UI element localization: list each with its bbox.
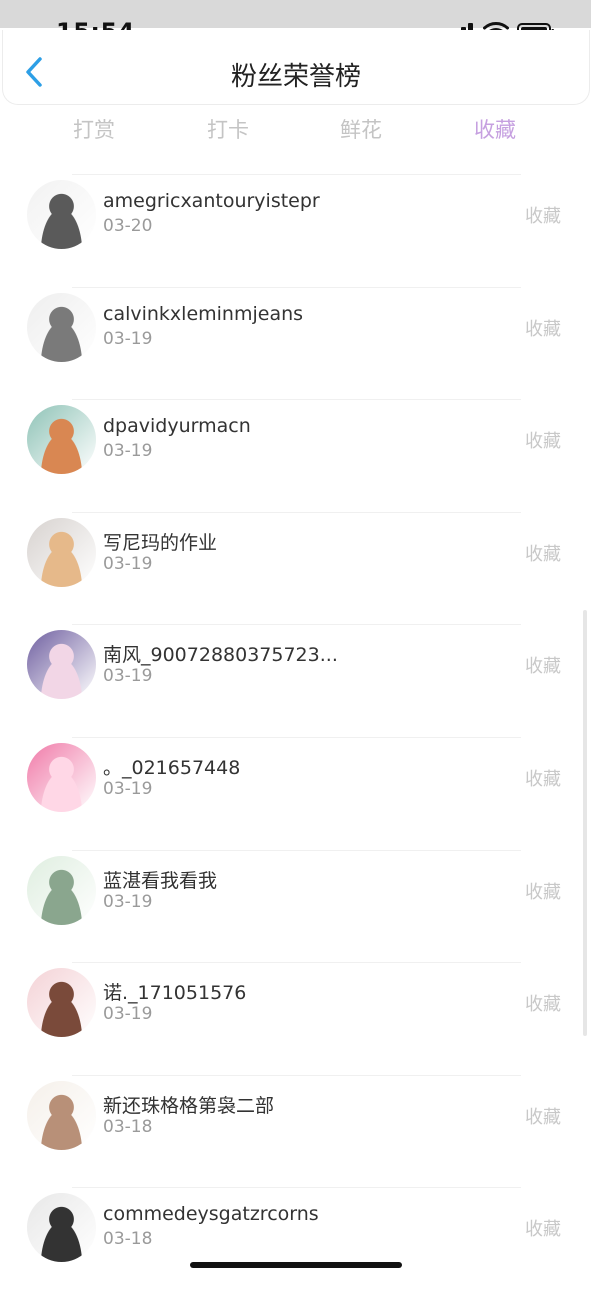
fan-date: 03-20 [103,216,153,236]
fan-date: 03-19 [103,666,153,687]
nav-bar: 粉丝荣誉榜 [2,30,590,105]
fan-list-item[interactable]: 诺._171051576 03-19 收藏 [0,962,591,1075]
avatar[interactable] [27,742,96,812]
scrollbar[interactable] [583,610,587,1036]
fan-date: 03-19 [103,441,153,462]
fan-name: 新还珠格格第袅二部 [103,1094,275,1117]
fan-date: 03-19 [103,1004,153,1025]
tab-bar: 打赏 打卡 鲜花 收藏 [0,114,591,154]
row-divider [72,736,521,738]
avatar[interactable] [27,405,96,475]
row-divider [72,1074,521,1076]
fan-list-item[interactable]: 南风_90072880375723... 03-19 收藏 [0,624,591,737]
fan-name: amegricxantouryistepr [103,190,320,212]
avatar[interactable] [27,1080,96,1150]
favorite-action-label: 收藏 [525,994,561,1016]
fan-date: 03-18 [103,1229,153,1250]
favorite-action-label: 收藏 [525,543,561,565]
favorite-action-label: 收藏 [525,318,561,340]
row-divider [72,174,521,175]
avatar[interactable] [27,630,96,700]
row-divider [72,511,521,513]
favorite-action-label: 收藏 [525,768,561,790]
tab-reward[interactable]: 打赏 [54,114,134,144]
row-divider [72,849,521,851]
fan-name: calvinkxleminmjeans [103,302,304,325]
fan-list: amegricxantouryistepr 03-20 收藏 calvinkxlemi… [0,174,591,1300]
avatar[interactable] [27,180,96,249]
avatar[interactable] [27,292,96,362]
avatar[interactable] [27,968,96,1038]
fan-name: 。_021657448 [103,756,241,779]
favorite-action-label: 收藏 [525,656,561,678]
avatar[interactable] [27,517,96,587]
fan-list-item[interactable]: 写尼玛的作业 03-19 收藏 [0,511,591,625]
home-indicator [190,1262,402,1268]
fan-name: 写尼玛的作业 [103,531,218,554]
row-divider [72,962,521,964]
tab-flowers[interactable]: 鲜花 [321,114,401,144]
row-divider [72,286,521,288]
fan-date: 03-19 [103,328,153,349]
fan-name: 蓝湛看我看我 [103,869,218,892]
page-title: 粉丝荣誉榜 [230,62,361,92]
fan-date: 03-19 [103,891,153,912]
fan-list-item[interactable]: amegricxantouryistepr 03-20 收藏 [0,174,591,287]
row-divider [72,1187,521,1189]
fan-list-item[interactable]: calvinkxleminmjeans 03-19 收藏 [0,286,591,400]
row-divider [72,624,521,626]
fan-name: commedeysgatzrcorns [103,1203,319,1226]
fan-list-item[interactable]: commedeysgatzrcorns 03-18 收藏 [0,1187,591,1300]
favorite-action-label: 收藏 [525,431,561,453]
favorite-action-label: 收藏 [525,1219,561,1241]
fan-date: 03-19 [103,778,153,799]
fan-list-item[interactable]: 。_021657448 03-19 收藏 [0,736,591,850]
tab-checkin[interactable]: 打卡 [188,114,268,144]
fan-list-item[interactable]: 蓝湛看我看我 03-19 收藏 [0,849,591,963]
favorite-action-label: 收藏 [525,206,561,227]
fan-list-item[interactable]: 新还珠格格第袅二部 03-18 收藏 [0,1074,591,1188]
favorite-action-label: 收藏 [525,881,561,903]
row-divider [72,399,521,401]
favorite-action-label: 收藏 [525,1106,561,1128]
fan-list-item[interactable]: dpavidyurmacn 03-19 收藏 [0,399,591,512]
fan-name: 南风_90072880375723... [103,644,338,667]
fan-date: 03-19 [103,553,153,574]
tab-favorites[interactable]: 收藏 [455,114,535,144]
fan-name: dpavidyurmacn [103,415,251,438]
avatar[interactable] [27,855,96,925]
fan-name: 诺._171051576 [103,982,247,1005]
fan-date: 03-18 [103,1116,153,1137]
avatar[interactable] [27,1193,96,1263]
